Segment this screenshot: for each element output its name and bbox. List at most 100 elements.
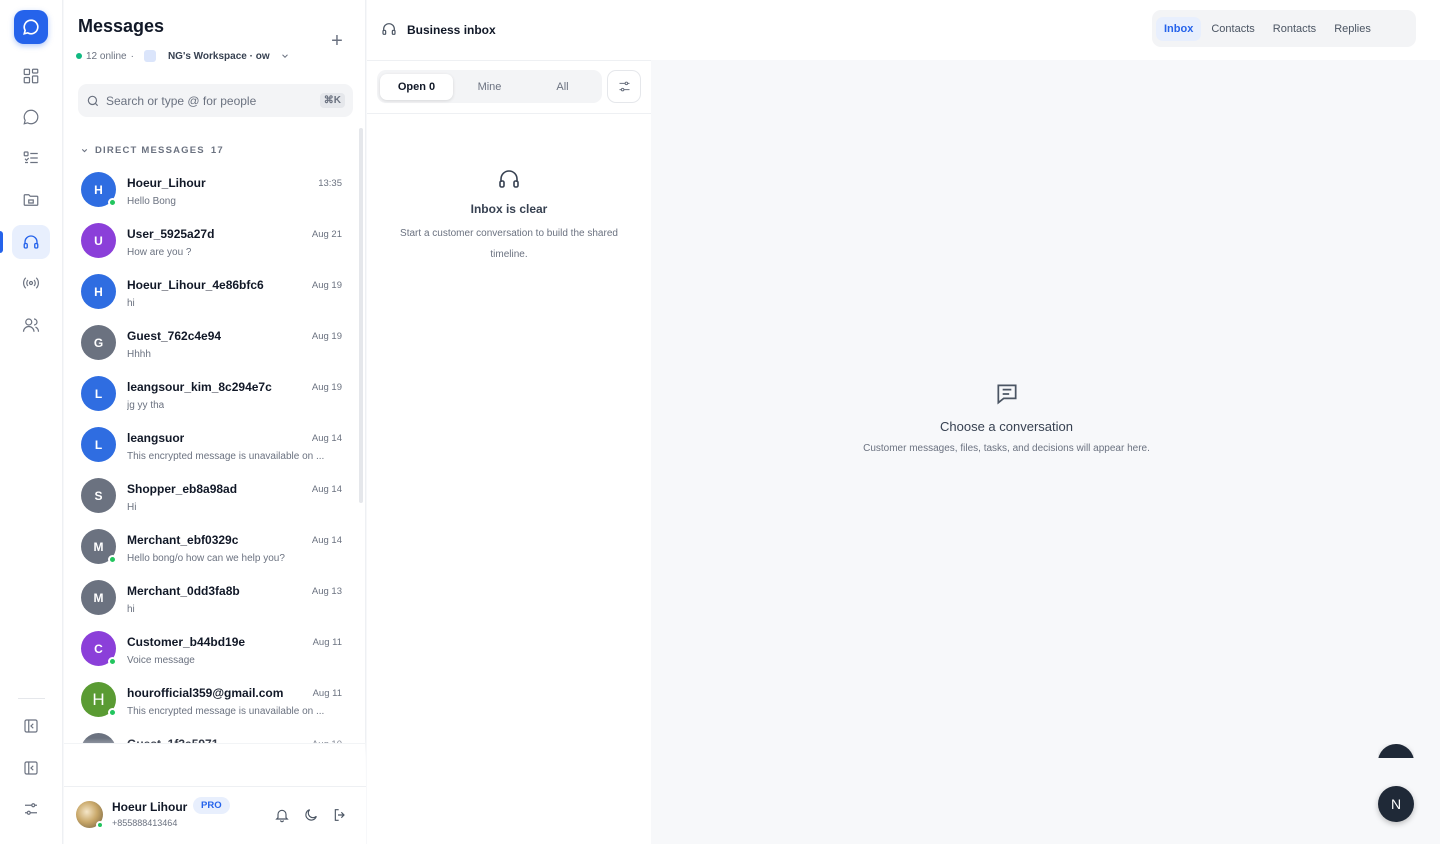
- conversation-preview: Hi: [127, 502, 137, 513]
- conversation-preview: Hello Bong: [127, 196, 176, 207]
- headset-icon: [497, 167, 521, 196]
- avatar: C: [81, 631, 117, 666]
- headset-icon: [381, 21, 397, 42]
- moon-icon[interactable]: [301, 805, 321, 825]
- avatar: H: [81, 274, 116, 309]
- conversation-item[interactable]: Hhourofficial359@gmail.com This encrypted…: [64, 674, 358, 725]
- workspace-row[interactable]: 12 online · NG's Workspace · ow: [76, 50, 290, 62]
- divider: [367, 113, 651, 114]
- online-dot: [76, 53, 82, 59]
- pro-badge: PRO: [193, 797, 230, 814]
- fab-button-ghost: [1378, 744, 1414, 758]
- avatar: H: [81, 682, 117, 717]
- conversation-time: Aug 14: [311, 484, 342, 495]
- conversation-preview: How are you ?: [127, 247, 192, 258]
- message-square-icon: [994, 381, 1020, 412]
- conversation-item[interactable]: H Hoeur_Lihour_4e86bfc6 hi Aug 19: [64, 266, 358, 317]
- conversation-name: Customer_b44bd19e: [127, 635, 246, 649]
- app-logo-icon[interactable]: [14, 10, 48, 44]
- list-fade: [64, 738, 366, 786]
- separator: ·: [130, 50, 134, 62]
- avatar: H: [81, 172, 117, 207]
- conversation-item[interactable]: M Merchant_0dd3fa8b hi Aug 13: [64, 572, 358, 623]
- conversation-time: 13:35: [318, 178, 342, 189]
- conversation-name: hourofficial359@gmail.com: [127, 686, 284, 700]
- tab-inbox[interactable]: Inbox: [1156, 16, 1202, 41]
- conversation-time: Aug 21: [311, 229, 342, 240]
- section-label: DIRECT MESSAGES: [95, 145, 205, 156]
- conversation-item[interactable]: G Guest_762c4e94 Hhhh Aug 19: [64, 317, 358, 368]
- tab-all[interactable]: All: [526, 74, 599, 100]
- fab-ghost: [1378, 744, 1414, 758]
- conversation-item[interactable]: U User_5925a27d How are you ? Aug 21: [64, 215, 358, 266]
- empty-state-title: Inbox is clear: [470, 202, 548, 216]
- tab-rontacts[interactable]: Rontacts: [1265, 17, 1324, 41]
- inbox-filter-tabs: Open 0 Mine All: [377, 70, 602, 103]
- filter-button[interactable]: [607, 70, 641, 103]
- conversation-name: Shopper_eb8a98ad: [127, 482, 238, 496]
- search-icon: [87, 95, 99, 106]
- online-indicator: [108, 657, 117, 666]
- conversation-preview: Voice message: [127, 655, 195, 666]
- direct-messages-header[interactable]: DIRECT MESSAGES 17: [80, 145, 224, 156]
- chevron-down-icon: [281, 54, 288, 58]
- avatar: G: [81, 325, 116, 360]
- tasks-icon[interactable]: [12, 141, 50, 175]
- avatar: M: [81, 529, 117, 564]
- collapse-panel-icon[interactable]: [12, 751, 50, 785]
- tab-open[interactable]: Open 0: [380, 73, 453, 100]
- top-bar: Business inbox Inbox Contacts Rontacts R…: [367, 0, 1440, 60]
- headset-icon[interactable]: [12, 225, 50, 259]
- avatar[interactable]: [76, 801, 104, 829]
- users-icon[interactable]: [12, 308, 50, 342]
- scrollbar[interactable]: [359, 128, 363, 503]
- shortcut-badge: ⌘K: [319, 93, 345, 108]
- conversation-item[interactable]: Lleangsour_kim_8c294e7c jg yy tha Aug 19: [64, 368, 358, 419]
- conversation-name: Hoeur_Lihour: [127, 176, 206, 190]
- settings-icon[interactable]: [12, 792, 50, 826]
- conversation-item[interactable]: Lleangsuor This encrypted message is unav…: [64, 419, 358, 470]
- conversation-time: Aug 19: [311, 382, 342, 393]
- conversation-name: Merchant_0dd3fa8b: [127, 584, 240, 598]
- user-phone: +855888413464: [112, 818, 178, 828]
- workspace-name: NG's Workspace · ow: [167, 50, 270, 62]
- tab-mine[interactable]: Mine: [453, 74, 526, 100]
- dashboard-icon[interactable]: [12, 59, 50, 93]
- fab-button[interactable]: N: [1378, 786, 1414, 822]
- empty-conversation-title: Choose a conversation: [940, 419, 1073, 434]
- folder-icon[interactable]: [12, 183, 50, 217]
- logout-icon[interactable]: [330, 805, 350, 825]
- rail-divider: [18, 698, 45, 699]
- avatar: S: [81, 478, 116, 513]
- conversation-time: Aug 19: [311, 331, 342, 342]
- bell-icon[interactable]: [272, 805, 292, 825]
- broadcast-icon[interactable]: [12, 266, 50, 300]
- conversation-preview: This encrypted message is unavailable on…: [127, 451, 325, 462]
- conversation-item[interactable]: C Customer_b44bd19e Voice message Aug 11: [64, 623, 358, 674]
- avatar: U: [81, 223, 116, 258]
- conversation-item[interactable]: S Shopper_eb8a98ad Hi Aug 14: [64, 470, 358, 521]
- conversation-item[interactable]: H Hoeur_Lihour Hello Bong 13:35: [64, 164, 358, 215]
- search-bar: ⌘K: [78, 84, 353, 117]
- conversation-time: Aug 13: [311, 586, 342, 597]
- online-count: 12 online: [86, 50, 127, 62]
- inbox-panel: Open 0 Mine All Inbox is clear Start a c…: [367, 60, 651, 844]
- conversation-name: User_5925a27d: [127, 227, 215, 241]
- conversation-item[interactable]: M Merchant_ebf0329c Hello bong/o how can w…: [64, 521, 358, 572]
- conversation-time: Aug 14: [311, 535, 342, 546]
- tab-contacts[interactable]: Contacts: [1203, 17, 1262, 41]
- online-indicator: [108, 198, 117, 207]
- conversation-time: Aug 11: [312, 637, 342, 648]
- new-message-button[interactable]: +: [326, 30, 348, 52]
- tab-replies[interactable]: Replies: [1326, 17, 1379, 41]
- user-bar: Hoeur Lihour PRO +855888413464: [64, 786, 366, 844]
- collapse-icon[interactable]: [12, 709, 50, 743]
- conversation-name: Guest_762c4e94: [127, 329, 222, 343]
- conversation-time: Aug 14: [311, 433, 342, 444]
- section-count: 17: [210, 145, 224, 156]
- conversation-preview: jg yy tha: [127, 400, 165, 411]
- online-indicator: [108, 555, 117, 564]
- message-icon[interactable]: [12, 100, 50, 134]
- search-input[interactable]: [106, 93, 320, 108]
- online-indicator: [108, 708, 117, 717]
